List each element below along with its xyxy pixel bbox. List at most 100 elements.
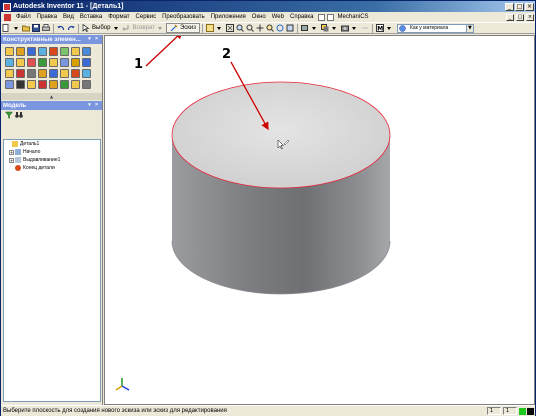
feature-tool-icon[interactable] (60, 69, 69, 78)
model-panel-arrow-icon[interactable]: ▾ (86, 102, 93, 109)
sketch-button[interactable]: Эскиз (165, 23, 200, 33)
select-button[interactable]: Выбор (91, 25, 111, 31)
feature-tool-icon[interactable] (27, 47, 36, 56)
menu-insert[interactable]: Вставка (77, 14, 105, 20)
return-button[interactable]: Возврат (131, 25, 156, 31)
feature-tool-icon[interactable] (38, 80, 47, 89)
find-binoculars-icon[interactable] (15, 111, 23, 119)
feature-tool-icon[interactable] (16, 58, 25, 67)
feature-tool-icon[interactable] (38, 47, 47, 56)
maximize-button[interactable]: □ (515, 2, 524, 11)
feature-tool-icon[interactable] (27, 58, 36, 67)
feature-tool-icon[interactable] (60, 58, 69, 67)
dropdown-arrow-icon[interactable] (12, 24, 20, 32)
doc-minimize-button[interactable]: _ (506, 13, 514, 21)
tree-item[interactable]: + Выдавливание1 (4, 156, 100, 164)
feature-tool-icon[interactable] (82, 80, 91, 89)
feature-tool-icon[interactable] (71, 69, 80, 78)
model-panel-close-icon[interactable]: × (93, 102, 100, 109)
menu-applications[interactable]: Приложения (208, 14, 249, 20)
graphics-viewport[interactable] (104, 31, 535, 405)
select-dropdown-icon[interactable] (112, 24, 120, 32)
feature-tool-icon[interactable] (5, 80, 14, 89)
return-icon[interactable] (122, 24, 130, 32)
panel-splitter[interactable]: ▲ (1, 93, 102, 100)
look-at-icon[interactable] (286, 24, 294, 32)
whats-this-icon[interactable] (326, 13, 334, 21)
feature-tool-icon[interactable] (49, 47, 58, 56)
menu-view[interactable]: Вид (60, 14, 77, 20)
cylinder-part[interactable] (171, 81, 391, 295)
feature-tool-icon[interactable] (60, 47, 69, 56)
zoom-selected-icon[interactable] (266, 24, 274, 32)
menu-edit[interactable]: Правка (34, 14, 60, 20)
open-icon[interactable] (22, 24, 30, 32)
feature-tool-icon[interactable] (71, 80, 80, 89)
tree-item[interactable]: + Начало (4, 148, 100, 156)
feature-tool-icon[interactable] (49, 69, 58, 78)
dropdown-arrow-icon[interactable] (311, 24, 319, 32)
new-icon[interactable] (2, 24, 10, 32)
minimize-button[interactable]: _ (505, 2, 514, 11)
panel-close-icon[interactable]: × (93, 36, 100, 43)
feature-tool-icon[interactable] (38, 69, 47, 78)
doc-close-button[interactable]: × (526, 13, 534, 21)
model-panel-header[interactable]: Модель ▾ × (1, 101, 102, 110)
feature-tool-icon[interactable] (71, 47, 80, 56)
tree-item[interactable]: Деталь1 (4, 140, 100, 148)
feature-tool-icon[interactable] (71, 58, 80, 67)
menu-convert[interactable]: Преобразовать (159, 14, 208, 20)
feature-tool-icon[interactable] (5, 69, 14, 78)
feature-tool-icon[interactable] (38, 58, 47, 67)
feature-tool-icon[interactable] (49, 80, 58, 89)
zoom-icon[interactable] (246, 24, 254, 32)
feature-tool-icon[interactable] (60, 80, 69, 89)
undo-icon[interactable] (57, 24, 65, 32)
panel-menu-arrow-icon[interactable]: ▾ (86, 36, 93, 43)
help-topics-icon[interactable] (317, 13, 325, 21)
feature-tool-icon[interactable] (82, 47, 91, 56)
chevron-down-icon[interactable]: ▼ (465, 24, 473, 32)
material-combo[interactable]: Как у материала ▼ (396, 23, 474, 33)
select-arrow-icon[interactable] (82, 24, 90, 32)
feature-tool-icon[interactable] (82, 69, 91, 78)
feature-tool-icon[interactable] (27, 69, 36, 78)
menu-format[interactable]: Формат (105, 14, 132, 20)
display-mode-icon[interactable] (300, 24, 309, 32)
update-icon[interactable] (205, 24, 214, 32)
cylinder-top-face[interactable] (171, 81, 391, 189)
menu-mechanics[interactable]: MechaniCS (335, 14, 372, 20)
redo-icon[interactable] (67, 24, 75, 32)
features-panel-header[interactable]: Конструктивные элемен... ▾ × (1, 35, 102, 44)
menu-web[interactable]: Web (269, 14, 287, 20)
expand-toggle-icon[interactable]: + (9, 157, 14, 163)
print-icon[interactable] (42, 24, 50, 32)
zoom-all-icon[interactable] (225, 24, 234, 32)
feature-tool-icon[interactable] (49, 58, 58, 67)
shadow-icon[interactable] (320, 24, 329, 32)
doc-restore-button[interactable]: □ (516, 13, 524, 21)
dropdown-arrow-icon[interactable] (216, 24, 224, 32)
menu-help[interactable]: Справка (287, 14, 317, 20)
feature-tool-icon[interactable] (16, 80, 25, 89)
feature-tool-icon[interactable] (16, 69, 25, 78)
tree-item[interactable]: Конец детали (4, 164, 100, 172)
feature-tool-icon[interactable] (5, 58, 14, 67)
measure-icon[interactable]: M (375, 24, 384, 32)
expand-toggle-icon[interactable]: + (9, 149, 14, 155)
rotate-icon[interactable] (276, 24, 284, 32)
filter-icon[interactable] (5, 111, 13, 119)
dropdown-arrow-icon[interactable] (331, 24, 339, 32)
feature-tool-icon[interactable] (16, 47, 25, 56)
menu-file[interactable]: Файл (13, 14, 34, 20)
zoom-window-icon[interactable] (236, 24, 244, 32)
pan-icon[interactable] (256, 24, 264, 32)
menu-window[interactable]: Окно (249, 14, 269, 20)
dropdown-arrow-icon[interactable] (351, 24, 359, 32)
close-button[interactable]: × (525, 2, 534, 11)
camera-icon[interactable] (340, 24, 349, 32)
document-icon[interactable] (4, 13, 11, 21)
return-dropdown-icon[interactable] (157, 24, 165, 32)
menu-tools[interactable]: Сервис (133, 14, 160, 20)
feature-tool-icon[interactable] (82, 58, 91, 67)
